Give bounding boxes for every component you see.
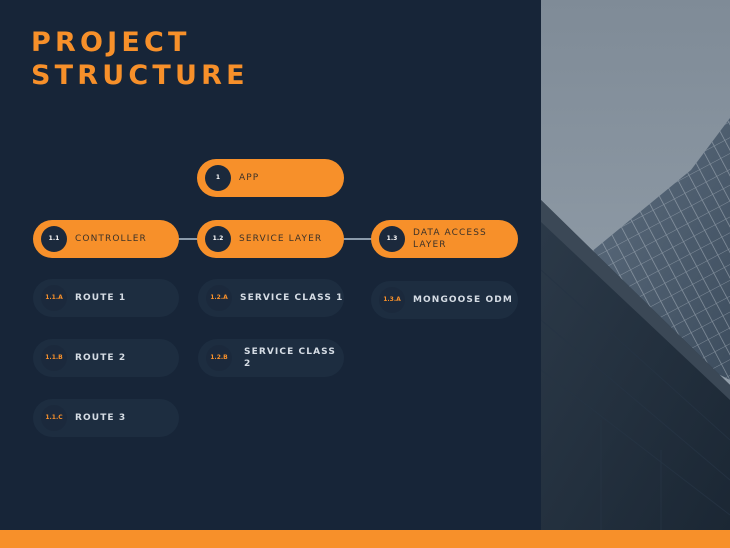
node-service-class-2: 1.2.B SERVICE CLASS 2 bbox=[198, 339, 344, 377]
building-photo bbox=[541, 0, 730, 530]
node-app: 1 APP bbox=[197, 159, 344, 197]
node-label: ROUTE 2 bbox=[75, 353, 127, 363]
node-route-2: 1.1.B ROUTE 2 bbox=[33, 339, 179, 377]
node-label: SERVICE CLASS 2 bbox=[244, 347, 336, 369]
connector-service-data-access bbox=[343, 238, 373, 240]
node-number-badge: 1.2 bbox=[205, 226, 231, 252]
node-route-1: 1.1.A ROUTE 1 bbox=[33, 279, 179, 317]
node-number-badge: 1.1.C bbox=[41, 405, 67, 431]
node-number-badge: 1.1 bbox=[41, 226, 67, 252]
node-service-class-1: 1.2.A SERVICE CLASS 1 bbox=[198, 279, 344, 317]
node-label: MONGOOSE ODM bbox=[413, 295, 513, 305]
node-data-access-layer: 1.3 DATA ACCESS LAYER bbox=[371, 220, 518, 258]
node-number-badge: 1.2.B bbox=[206, 345, 232, 371]
bottom-accent-bar bbox=[0, 530, 730, 548]
node-number-badge: 1 bbox=[205, 165, 231, 191]
node-label: APP bbox=[239, 173, 260, 183]
node-mongoose-odm: 1.3.A MONGOOSE ODM bbox=[371, 281, 518, 319]
slide-title: PROJECT STRUCTURE bbox=[31, 27, 249, 91]
node-service-layer: 1.2 SERVICE LAYER bbox=[197, 220, 344, 258]
node-label: DATA ACCESS LAYER bbox=[413, 228, 487, 250]
building-photo-image bbox=[541, 0, 730, 530]
node-number-badge: 1.3 bbox=[379, 226, 405, 252]
node-label: CONTROLLER bbox=[75, 234, 147, 244]
node-label: ROUTE 3 bbox=[75, 413, 127, 423]
node-controller: 1.1 CONTROLLER bbox=[33, 220, 179, 258]
node-route-3: 1.1.C ROUTE 3 bbox=[33, 399, 179, 437]
node-label: ROUTE 1 bbox=[75, 293, 127, 303]
node-number-badge: 1.1.B bbox=[41, 345, 67, 371]
node-number-badge: 1.3.A bbox=[379, 287, 405, 313]
slide: PROJECT STRUCTURE 1 APP 1.1 CONTROLLER 1… bbox=[0, 0, 730, 548]
node-label: SERVICE LAYER bbox=[239, 234, 323, 244]
node-number-badge: 1.2.A bbox=[206, 285, 232, 311]
node-label: SERVICE CLASS 1 bbox=[240, 293, 344, 303]
node-number-badge: 1.1.A bbox=[41, 285, 67, 311]
